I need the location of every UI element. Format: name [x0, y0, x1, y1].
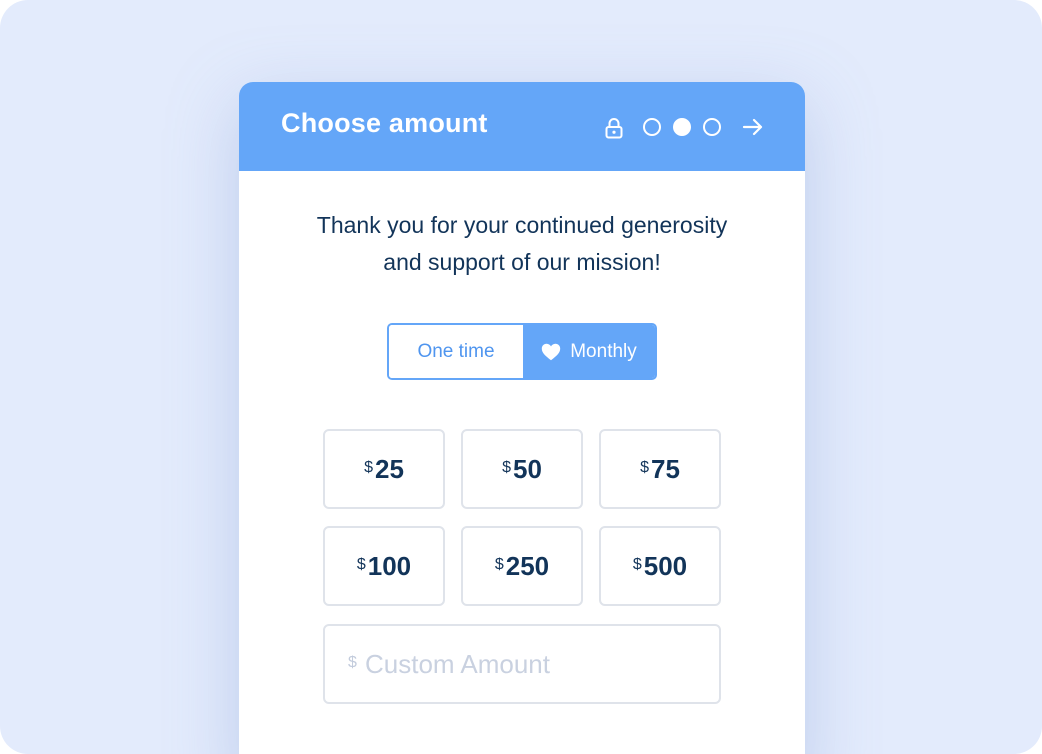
currency-sign: $ [632, 556, 642, 573]
amount-value: 75 [650, 453, 680, 484]
monthly-option[interactable]: Monthly [523, 325, 655, 378]
amount-button-250[interactable]: $ 250 [461, 526, 583, 606]
monthly-label: Monthly [570, 340, 637, 362]
step-indicator-1 [643, 118, 661, 136]
step-indicator-3 [703, 118, 721, 136]
currency-sign: $ [364, 459, 373, 476]
amount-button-100[interactable]: $ 100 [323, 526, 445, 606]
custom-amount-field[interactable]: $ [323, 624, 721, 704]
thank-you-message: Thank you for your continued generosity … [269, 207, 775, 281]
donation-card: Choose amount Thank you for your continu… [239, 82, 805, 754]
message-line-2: and support of our mission! [383, 249, 661, 275]
amount-value: 100 [367, 550, 412, 581]
currency-sign: $ [640, 459, 649, 476]
message-line-1: Thank you for your continued generosity [316, 212, 728, 238]
arrow-right-icon[interactable] [742, 116, 764, 138]
currency-sign: $ [356, 556, 366, 573]
amount-button-500[interactable]: $ 500 [599, 526, 721, 606]
currency-sign: $ [502, 459, 511, 476]
custom-amount-input[interactable] [365, 642, 705, 686]
page-title: Choose amount [281, 108, 488, 138]
one-time-option[interactable]: One time [389, 325, 523, 378]
custom-currency-sign: $ [348, 654, 357, 671]
amount-value: 500 [643, 550, 688, 581]
amount-button-25[interactable]: $ 25 [323, 429, 445, 509]
amount-value: 250 [505, 550, 550, 581]
currency-sign: $ [494, 556, 504, 573]
step-indicator-2 [673, 118, 691, 136]
amount-value: 25 [374, 453, 404, 484]
amount-button-75[interactable]: $ 75 [599, 429, 721, 509]
frequency-toggle: One time Monthly [387, 323, 657, 380]
lock-icon [605, 118, 623, 139]
card-header: Choose amount [239, 82, 805, 171]
one-time-label: One time [417, 340, 495, 362]
amount-value: 50 [512, 453, 542, 484]
amount-button-50[interactable]: $ 50 [461, 429, 583, 509]
heart-icon [542, 343, 561, 360]
page-backdrop: Choose amount Thank you for your continu… [0, 0, 1042, 754]
